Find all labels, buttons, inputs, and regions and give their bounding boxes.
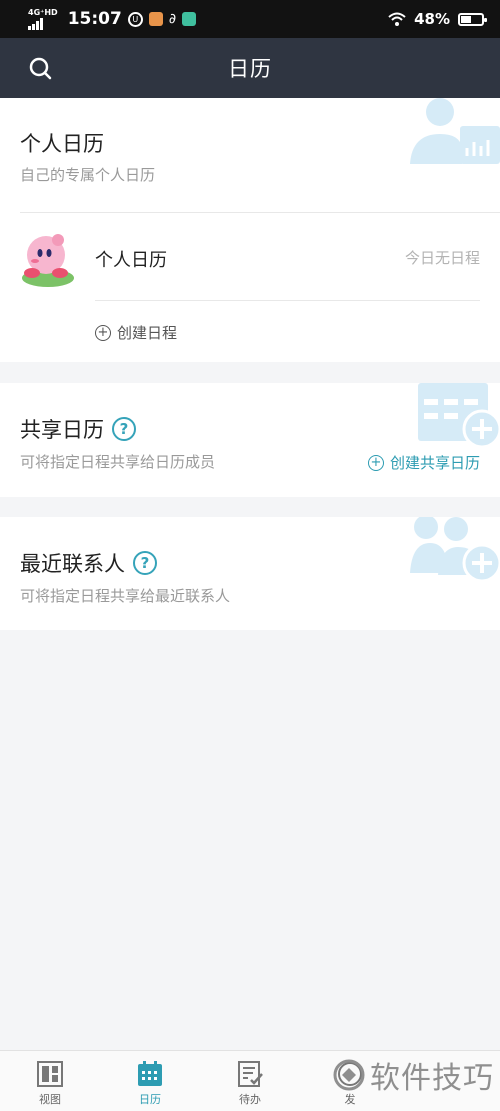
shared-calendar-watermark-icon [418, 383, 500, 447]
divider [95, 300, 480, 301]
wifi-icon [388, 12, 406, 26]
shared-calendar-section: 共享日历 ? 可将指定日程共享给日历成员 + 创建共享日历 [0, 383, 500, 497]
page-title: 日历 [228, 57, 272, 81]
plus-circle-icon: + [367, 454, 384, 471]
help-icon[interactable]: ? [112, 417, 136, 441]
nav-label-todo: 待办 [239, 1093, 261, 1106]
create-shared-calendar-label: 创建共享日历 [389, 454, 480, 472]
nav-item-todo[interactable]: 待办 [200, 1051, 300, 1111]
network-indicator: 4G⁺HD [28, 7, 58, 30]
recent-contacts-title-text: 最近联系人 [20, 552, 125, 576]
today-status: 今日无日程 [404, 249, 480, 267]
personal-calendar-title-text: 个人日历 [20, 132, 104, 156]
shared-calendar-title: 共享日历 ? [20, 414, 136, 444]
nav-item-view[interactable]: 视图 [0, 1051, 100, 1111]
status-time: 15:07 [67, 9, 122, 29]
view-icon [37, 1061, 63, 1087]
recent-contacts-watermark-icon [410, 517, 500, 581]
personal-calendar-subtitle: 自己的专属个人日历 [20, 166, 156, 184]
personal-calendar-title: 个人日历 [20, 128, 104, 158]
create-schedule-label: 创建日程 [117, 324, 178, 342]
message-notification-icon [182, 12, 197, 26]
app-notification-icon [148, 12, 163, 26]
brand-watermark: 软件技巧 [332, 1053, 494, 1097]
shared-calendar-title-text: 共享日历 [20, 418, 104, 442]
brand-logo-icon [333, 1059, 365, 1091]
personal-calendar-name[interactable]: 个人日历 [95, 246, 167, 272]
personal-calendar-watermark-icon [410, 98, 500, 164]
recent-contacts-section: 最近联系人 ? 可将指定日程共享给最近联系人 [0, 517, 500, 630]
recent-contacts-title: 最近联系人 ? [20, 548, 157, 578]
status-right: 48% [388, 10, 487, 28]
create-shared-calendar-button[interactable]: + 创建共享日历 [367, 452, 480, 473]
network-type: 4G⁺HD [28, 7, 58, 17]
signal-icon [28, 17, 58, 30]
calendar-icon [138, 1061, 162, 1086]
personal-calendar-section: 个人日历 自己的专属个人日历 个人日历 今日无日程 + 创建日程 [0, 98, 500, 362]
recent-contacts-subtitle: 可将指定日程共享给最近联系人 [20, 587, 231, 605]
app-header: 日历 [0, 38, 500, 98]
todo-icon [238, 1061, 263, 1087]
nav-label-calendar: 日历 [139, 1093, 161, 1106]
battery-icon [458, 12, 487, 26]
notification-icon: U [127, 11, 143, 27]
plus-circle-icon: + [95, 324, 111, 341]
brand-watermark-text: 软件技巧 [370, 1061, 494, 1096]
nav-label-view: 视图 [39, 1093, 61, 1106]
battery-percent: 48% [414, 10, 450, 28]
help-icon[interactable]: ? [133, 551, 157, 575]
status-left: 4G⁺HD 15:07 U ∂ [28, 7, 197, 30]
nav-item-calendar[interactable]: 日历 [100, 1051, 200, 1111]
search-icon[interactable] [28, 56, 54, 82]
divider [20, 212, 500, 213]
avatar [22, 234, 74, 287]
status-bar: 4G⁺HD 15:07 U ∂ 48% [0, 0, 500, 38]
link-notification-icon: ∂ [168, 11, 177, 27]
create-schedule-button[interactable]: + 创建日程 [95, 322, 177, 343]
shared-calendar-subtitle: 可将指定日程共享给日历成员 [20, 453, 216, 471]
